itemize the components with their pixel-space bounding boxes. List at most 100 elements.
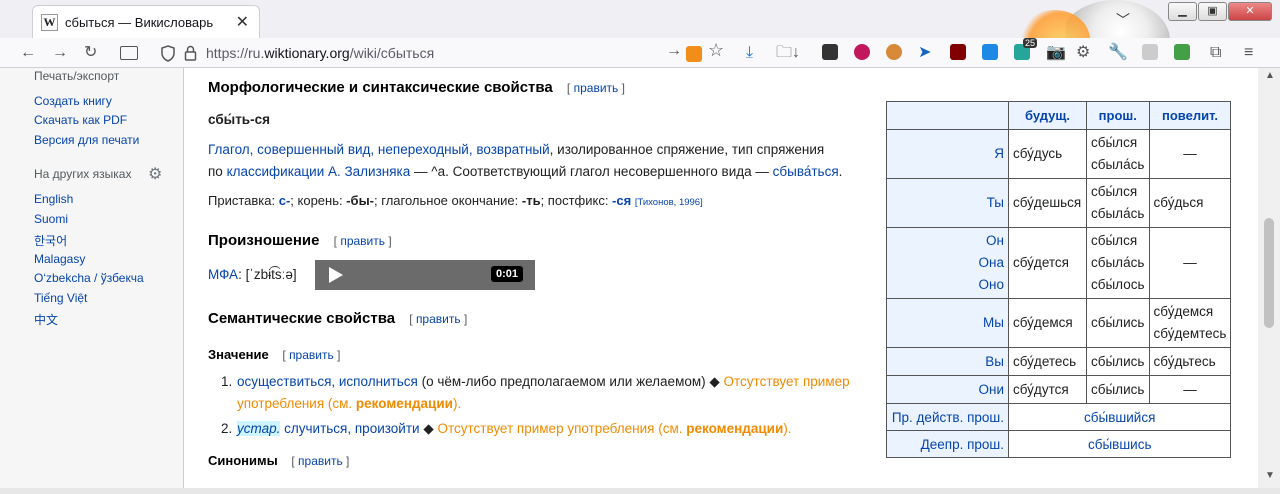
conj-past: сбы́лись [1086, 298, 1150, 348]
meaning-2-link[interactable]: случиться, произойти [284, 421, 419, 436]
edit-link[interactable]: править [340, 234, 385, 248]
sidebar-link-download-pdf[interactable]: Скачать как PDF [34, 113, 127, 127]
recommendations-link[interactable]: рекомендации [686, 421, 783, 436]
conj-pronoun[interactable]: Я [886, 129, 1009, 179]
back-icon[interactable]: ← [20, 44, 36, 62]
cursor-extension-icon[interactable]: ➤ [918, 44, 931, 62]
meaning-1-link[interactable]: осуществиться, исполниться [237, 374, 418, 389]
conj-past: сбы́лся сбыла́сь [1086, 129, 1150, 179]
conj-imperative: — [1148, 227, 1232, 299]
sidebar-link-create-book[interactable]: Создать книгу [34, 94, 112, 108]
meaning-text: ◆ [419, 421, 438, 436]
morph-text: , изолированное спряжение, тип спряжения [549, 142, 825, 157]
table-row: Мы сбу́демся сбы́лись сбу́демся сбу́демтесь [886, 298, 1232, 348]
gerund-value[interactable]: сбы́вшись [1007, 430, 1232, 458]
sidebar-lang-vietnamese[interactable]: Tiếng Việt [34, 291, 87, 305]
pos-links[interactable]: Глагол, совершенный вид, непереходный, в… [208, 142, 550, 157]
edit-link[interactable]: править [298, 454, 343, 468]
edit-section-sem: [ править ] [409, 312, 468, 326]
meaning-2: 2. устар. случиться, произойти ◆ Отсутст… [221, 418, 877, 440]
conj-imperative: сбу́дься [1148, 178, 1232, 228]
conj-imperative: — [1148, 375, 1232, 404]
rss-icon[interactable] [686, 46, 702, 62]
folder-download-icon[interactable]: 🗀↓ [776, 44, 800, 62]
forward-icon[interactable]: → [52, 44, 68, 62]
ublock-icon[interactable] [950, 44, 966, 60]
wrench-icon[interactable]: 🔧 [1108, 44, 1128, 62]
go-arrow-icon[interactable]: → [666, 42, 682, 60]
conj-pronoun[interactable]: Он Она Оно [886, 227, 1009, 299]
camera-icon[interactable]: 📷 [1046, 44, 1066, 62]
sidebar-lang-malagasy[interactable]: Malagasy [34, 252, 85, 266]
root: -бы- [346, 193, 375, 208]
ending: -ть [521, 193, 541, 208]
conj-pronoun[interactable]: Вы [886, 347, 1009, 376]
recommendations-link[interactable]: рекомендации [356, 396, 453, 411]
language-settings-gear-icon[interactable]: ⚙ [148, 164, 162, 184]
extensions-puzzle-icon[interactable]: ⧉ [1210, 44, 1221, 62]
table-row: Ясбу́дусь сбы́лся сбыла́сь — [886, 129, 1232, 179]
morph-heading-text: Морфологические и синтаксические свойств… [208, 79, 553, 96]
nav-toolbar: ← → ↻ https://ru.wiktionary.org/wiki/сбы… [0, 38, 1280, 68]
reference-link[interactable]: [Тихонов, 1996] [635, 197, 703, 208]
morpheme-line: Приставка: с-; корень: -бы-; глагольное … [208, 190, 703, 214]
qr-code-extension-icon[interactable] [822, 44, 838, 60]
sidebar-link-printable[interactable]: Версия для печати [34, 133, 139, 147]
sidebar: Печать/экспорт Создать книгу Скачать как… [0, 68, 184, 488]
headword: сбы́ть-ся [208, 112, 270, 127]
save-extension-icon[interactable] [1174, 44, 1190, 60]
conj-future: сбу́демся [1008, 298, 1087, 348]
url-text[interactable]: https://ru.wiktionary.org/wiki/сбыться [206, 45, 434, 61]
archaic-tag[interactable]: устар. [237, 421, 281, 436]
reader-view-icon[interactable] [120, 46, 138, 60]
close-window-button[interactable]: ✕ [1228, 2, 1272, 21]
conj-pronoun[interactable]: Они [886, 375, 1009, 404]
edit-link[interactable]: править [574, 81, 619, 95]
imperfective-link[interactable]: сбыва́ться [773, 164, 839, 179]
conj-past: сбы́лся сбыла́сь сбы́лось [1086, 227, 1150, 299]
extension-grey-icon[interactable] [1142, 44, 1158, 60]
page-scrollbar[interactable]: ▲ ▼ [1258, 68, 1280, 488]
reload-icon[interactable]: ↻ [84, 44, 97, 62]
sem-heading-text: Семантические свойства [208, 310, 396, 327]
lock-icon[interactable] [184, 45, 197, 61]
url-bar[interactable]: https://ru.wiktionary.org/wiki/сбыться →… [150, 40, 810, 66]
downloads-icon[interactable]: ⤓ [746, 44, 753, 62]
header-imperative: повелит. [1148, 101, 1232, 130]
skype-extension-icon[interactable] [982, 44, 998, 60]
audio-player[interactable]: 0:01 [315, 260, 535, 290]
synonyms-heading: Синонимы [ править ] [208, 453, 349, 468]
conj-future: сбу́дешься [1008, 178, 1087, 228]
table-header-row: будущ. прош. повелит. [886, 101, 1232, 130]
conj-pronoun[interactable]: Ты [886, 178, 1009, 228]
extension-red-icon[interactable] [854, 44, 870, 60]
maximize-button[interactable]: ▣ [1198, 2, 1227, 21]
sidebar-lang-english[interactable]: English [34, 192, 73, 206]
gear-extension-icon[interactable]: ⚙ [1076, 44, 1090, 62]
sidebar-lang-uzbek[interactable]: O‘zbekcha / ўзбекча [34, 271, 144, 285]
tab-active[interactable]: W сбыться — Викисловарь ✕ [32, 5, 260, 38]
list-all-tabs-icon[interactable]: ﹀ [1116, 10, 1130, 30]
monkey-extension-icon[interactable] [886, 44, 902, 60]
meaning-number: 2. [221, 421, 233, 436]
tab-close-icon[interactable]: ✕ [236, 12, 249, 32]
sidebar-lang-chinese[interactable]: 中文 [34, 311, 58, 328]
scrollbar-thumb[interactable] [1264, 218, 1274, 328]
ipa-link[interactable]: МФА [208, 267, 238, 282]
meaning-number: 1. [221, 374, 233, 389]
edit-link[interactable]: править [416, 312, 461, 326]
menu-hamburger-icon[interactable]: ≡ [1244, 44, 1253, 62]
bookmark-star-icon[interactable]: ☆ [708, 41, 724, 59]
conj-pronoun[interactable]: Мы [886, 298, 1009, 348]
sidebar-lang-suomi[interactable]: Suomi [34, 212, 68, 226]
participle-value[interactable]: сбы́вшийся [1007, 403, 1232, 431]
zaliznyak-link[interactable]: классификации А. Зализняка [227, 164, 411, 179]
table-row: Ты сбу́дешься сбы́лся сбыла́сь сбу́дься [886, 178, 1232, 228]
scroll-down-icon[interactable]: ▼ [1265, 470, 1275, 481]
edit-link[interactable]: править [289, 348, 334, 362]
play-icon[interactable] [329, 267, 343, 283]
shield-icon[interactable] [160, 45, 176, 62]
sidebar-lang-korean[interactable]: 한국어 [34, 232, 67, 249]
scroll-up-icon[interactable]: ▲ [1265, 70, 1275, 81]
minimize-button[interactable]: ▁ [1168, 2, 1197, 21]
